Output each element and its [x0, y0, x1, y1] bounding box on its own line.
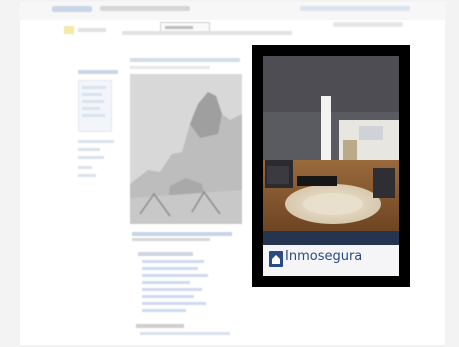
section-heading-2: [136, 324, 184, 328]
article-title[interactable]: [130, 58, 240, 62]
sidebar-item[interactable]: [78, 140, 114, 143]
account-links[interactable]: [300, 6, 410, 11]
list-item[interactable]: [142, 281, 190, 284]
list-item[interactable]: [142, 309, 186, 312]
star-icon: [64, 26, 74, 34]
building-sketch: [130, 74, 242, 224]
sidebar-item[interactable]: [78, 174, 96, 177]
sidebar-heading: [78, 70, 118, 74]
list-item[interactable]: [142, 295, 194, 298]
article-image[interactable]: [130, 74, 242, 224]
sidebar-item[interactable]: [82, 100, 104, 103]
ad-price-band[interactable]: [263, 231, 399, 245]
list-item[interactable]: [142, 274, 208, 277]
site-logo[interactable]: [52, 6, 92, 12]
sidebar-item[interactable]: [82, 114, 105, 117]
top-nav[interactable]: [100, 6, 190, 11]
image-caption-sub: [132, 238, 210, 241]
secondary-links[interactable]: [333, 22, 403, 27]
sidebar-item[interactable]: [78, 156, 104, 159]
article-subtitle: [130, 66, 210, 69]
image-caption[interactable]: [132, 232, 232, 236]
sidebar-item[interactable]: [78, 166, 92, 169]
list-item[interactable]: [142, 260, 204, 263]
house-logo-icon: [269, 251, 283, 267]
sidebar-item[interactable]: [82, 93, 102, 96]
ad-brand-name: Inmosegura: [285, 249, 363, 264]
ad-creative[interactable]: Inmosegura: [263, 56, 399, 276]
ad-brand-area[interactable]: Inmosegura: [263, 245, 399, 276]
list-item[interactable]: [142, 288, 202, 291]
interior-illustration: [263, 56, 399, 231]
breadcrumb-home[interactable]: [78, 28, 106, 32]
ad-interior-photo: [263, 56, 399, 231]
list-item[interactable]: [142, 267, 198, 270]
section-heading: [138, 252, 193, 256]
sidebar-item[interactable]: [82, 107, 100, 110]
list-item[interactable]: [142, 302, 206, 305]
sidebar-item[interactable]: [78, 148, 100, 151]
list-item[interactable]: [140, 332, 230, 335]
advertisement-banner[interactable]: Inmosegura: [252, 45, 410, 287]
breadcrumb[interactable]: [122, 31, 292, 35]
sidebar-item[interactable]: [82, 86, 106, 89]
